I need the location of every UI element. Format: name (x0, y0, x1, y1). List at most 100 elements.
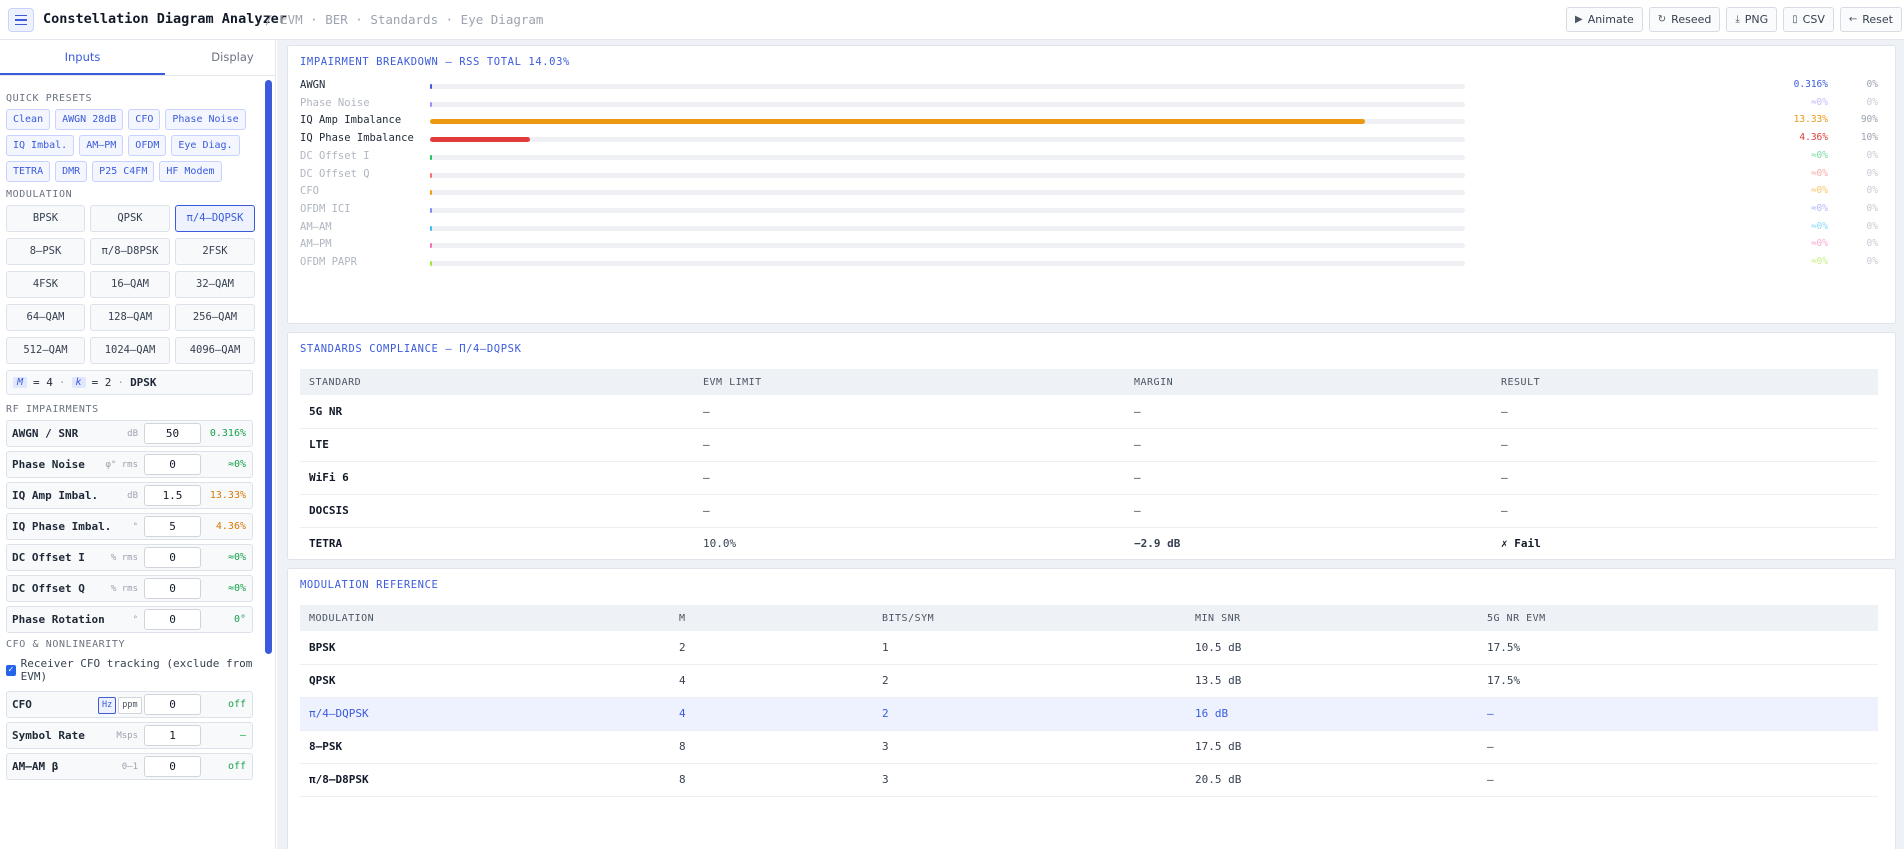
breakdown-row-iq-phase-imbalance: IQ Phase Imbalance 4.36% 10% (300, 130, 1890, 148)
column-header-m: M (670, 605, 873, 631)
modulation-button-bpsk-0[interactable]: BPSK (6, 205, 85, 232)
modulation-button-8-psk-3[interactable]: 8–PSK (6, 238, 85, 265)
breakdown-bar-track (430, 119, 1465, 125)
modulation-button-8-d8psk-4[interactable]: π/8–D8PSK (90, 238, 170, 265)
modulation-button-4-dqpsk-2[interactable]: π/4–DQPSK (175, 205, 255, 232)
breakdown-bar-track (430, 243, 1465, 249)
modulation-button-4fsk-6[interactable]: 4FSK (6, 271, 85, 298)
tab-display[interactable]: Display (165, 40, 275, 75)
cfo-heading: CFO & Nonlinearity (6, 639, 126, 650)
breakdown-bar-track (430, 137, 1465, 143)
modulation-button-4096-qam-14[interactable]: 4096–QAM (175, 337, 255, 364)
table-cell: — (1478, 697, 1878, 731)
impairment-input[interactable]: 0 (144, 578, 201, 599)
impairment-unit: Msps (116, 730, 138, 741)
table-cell: 8–PSK (300, 730, 670, 764)
impairment-row-iq-amp-imbal: IQ Amp Imbal. dB 1.5 13.33% (6, 482, 253, 509)
breakdown-share: 0% (1866, 256, 1878, 267)
breakdown-bar-fill (430, 137, 531, 143)
impairment-unit: % rms (110, 583, 138, 594)
checkbox-checked-icon[interactable]: ✓ (6, 664, 16, 676)
table-cell: BPSK (300, 631, 670, 665)
impairment-row-phase-rotation: Phase Rotation ° 0 0° (6, 606, 253, 633)
hamburger-menu-icon[interactable] (8, 8, 34, 32)
preset-chip-eye-diag[interactable]: Eye Diag. (171, 135, 240, 156)
impairment-input[interactable]: 0 (144, 547, 201, 568)
breakdown-row-phase-noise: Phase Noise ≈0% 0% (300, 95, 1890, 113)
impairment-unit: dB (127, 490, 138, 501)
modulation-button-128-qam-10[interactable]: 128–QAM (90, 304, 170, 331)
table-cell: WiFi 6 (300, 461, 694, 495)
table-cell: TETRA (300, 527, 694, 561)
modulation-button-64-qam-9[interactable]: 64–QAM (6, 304, 85, 331)
modulation-button-512-qam-12[interactable]: 512–QAM (6, 337, 85, 364)
impairment-input[interactable]: 0 (144, 756, 201, 777)
breakdown-share: 0% (1866, 96, 1878, 108)
breakdown-bar-fill (430, 154, 433, 160)
impairment-input[interactable]: 0 (144, 694, 201, 715)
panel-scrollbar[interactable] (265, 80, 272, 654)
table-row: TETRA 10.0% −2.9 dB ✗ Fail (300, 527, 1878, 561)
reference-table: Modulation M Bits/Sym Min SNR 5G NR EVM BPSK 2… (300, 605, 1878, 797)
preset-chip-clean[interactable]: Clean (6, 109, 51, 130)
modulation-button-256-qam-11[interactable]: 256–QAM (175, 304, 255, 331)
table-cell: 3 (873, 730, 1186, 764)
table-cell: — (1478, 763, 1878, 797)
impairment-input[interactable]: 1 (144, 725, 201, 746)
modulation-button-qpsk-1[interactable]: QPSK (90, 205, 170, 232)
modulation-button-16-qam-7[interactable]: 16–QAM (90, 271, 170, 298)
tab-inputs[interactable]: Inputs (0, 40, 165, 75)
impairment-label: IQ Amp Imbal. (12, 489, 99, 502)
impairment-unit: ° (132, 614, 138, 625)
breakdown-value: ≈0% (1810, 167, 1828, 179)
unit-hz-toggle[interactable]: Hz (98, 697, 117, 714)
panel-tabs: Inputs Display (0, 40, 275, 76)
breakdown-value: ≈0% (1810, 96, 1828, 108)
reset-button[interactable]: ← Reset (1839, 7, 1902, 32)
preset-chip-iq-imbal[interactable]: IQ Imbal. (6, 135, 75, 156)
preset-chip-hf-modem[interactable]: HF Modem (159, 161, 222, 182)
file-icon: ▯ (1792, 14, 1798, 25)
breakdown-share: 0% (1866, 220, 1878, 232)
breakdown-bar-fill (430, 84, 433, 89)
preset-chip-phase-noise[interactable]: Phase Noise (165, 109, 246, 130)
modulation-button-32-qam-8[interactable]: 32–QAM (175, 271, 255, 298)
unit-ppm-toggle[interactable]: ppm (118, 697, 142, 714)
table-cell: — (1125, 494, 1492, 528)
table-cell: 8 (670, 763, 873, 797)
breakdown-value: ≈0% (1810, 185, 1828, 197)
breakdown-value: ≈0% (1810, 238, 1828, 250)
impairment-contribution: ≈0% (227, 583, 246, 594)
table-cell: 2 (873, 664, 1186, 698)
table-row: QPSK 4 2 13.5 dB 17.5% (300, 664, 1878, 698)
impairment-input[interactable]: 0 (144, 609, 201, 630)
animate-button[interactable]: ▶ Animate (1565, 7, 1643, 32)
preset-chip-cfo[interactable]: CFO (128, 109, 161, 130)
breakdown-bar-track (430, 207, 1465, 213)
preset-chip-p25-c4fm[interactable]: P25 C4FM (92, 161, 155, 182)
preset-chip-awgn-28db[interactable]: AWGN 28dB (55, 109, 124, 130)
preset-chip-dmr[interactable]: DMR (55, 161, 88, 182)
impairment-input[interactable]: 50 (144, 423, 201, 444)
table-cell: — (1125, 461, 1492, 495)
impairment-input[interactable]: 0 (144, 454, 201, 475)
cfo-tracking-checkbox[interactable]: ✓ Receiver CFO tracking (exclude from EV… (6, 657, 253, 683)
modulation-button-2fsk-5[interactable]: 2FSK (175, 238, 255, 265)
preset-chip-tetra[interactable]: TETRA (6, 161, 51, 182)
table-cell: 10.0% (694, 527, 1125, 561)
impairment-input[interactable]: 1.5 (144, 485, 201, 506)
csv-button[interactable]: ▯ CSV (1783, 7, 1834, 32)
preset-chip-am-pm[interactable]: AM–PM (79, 135, 124, 156)
refresh-icon: ↻ (1657, 14, 1667, 25)
impairment-input[interactable]: 5 (144, 516, 201, 537)
png-button[interactable]: ⤓ PNG (1726, 7, 1778, 32)
reseed-button[interactable]: ↻ Reseed (1648, 7, 1721, 32)
impairment-label: AWGN / SNR (12, 427, 79, 440)
table-cell: — (694, 395, 1125, 429)
breakdown-bar-track (430, 101, 1465, 107)
impairment-label: Phase Noise (12, 458, 85, 471)
preset-chip-ofdm[interactable]: OFDM (128, 135, 167, 156)
table-cell: — (1492, 395, 1878, 429)
modulation-button-1024-qam-13[interactable]: 1024–QAM (90, 337, 170, 364)
download-icon: ⤓ (1735, 14, 1740, 25)
